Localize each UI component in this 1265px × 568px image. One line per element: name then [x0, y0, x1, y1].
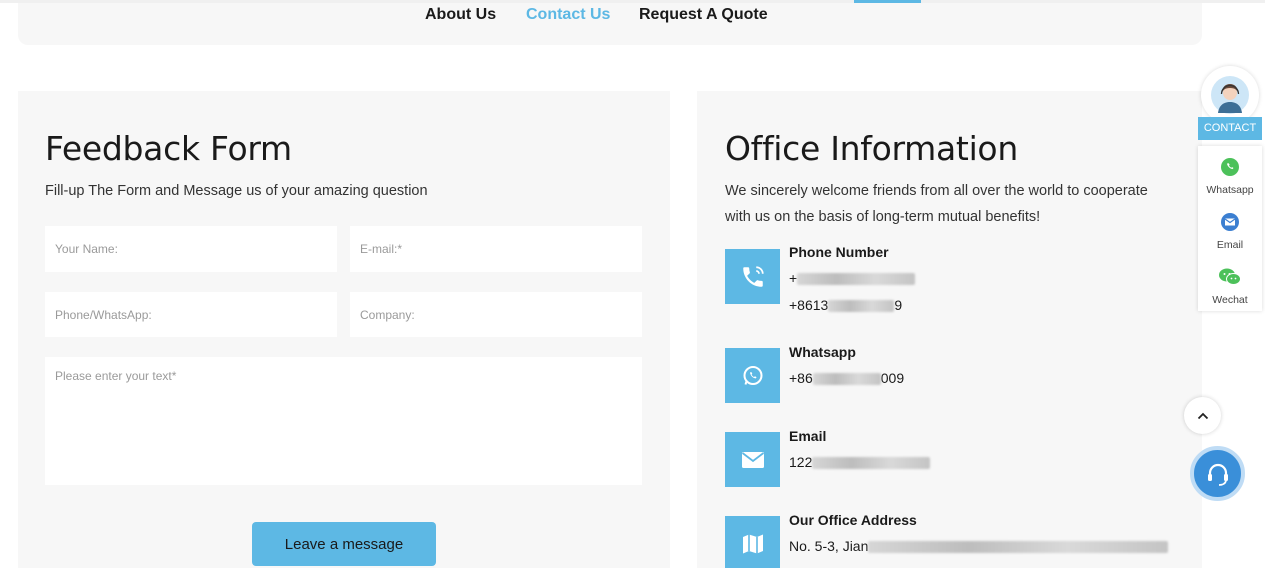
redacted-blur — [797, 273, 916, 286]
side-whatsapp-label: Whatsapp — [1206, 184, 1254, 196]
phone-value-2-suffix: 9 — [894, 297, 903, 313]
whatsapp-value-prefix: +86 — [789, 370, 813, 386]
phone-value-1-prefix: + — [789, 270, 798, 286]
redacted-blur — [812, 373, 881, 386]
redacted-blur — [828, 300, 895, 313]
page: About Us Contact Us Request A Quote Feed… — [0, 0, 1265, 568]
address-label: Our Office Address — [789, 512, 917, 528]
wechat-icon — [1219, 268, 1241, 285]
email-value: 122 — [789, 454, 931, 470]
phone-value-2-prefix: +8613 — [789, 297, 829, 313]
office-title: Office Information — [725, 129, 1018, 168]
envelope-icon — [725, 432, 780, 487]
feedback-subtitle: Fill-up The Form and Message us of your … — [45, 183, 428, 199]
office-panel: Office Information We sincerely welcome … — [697, 91, 1202, 568]
phone-icon — [725, 249, 780, 304]
phone-value-2: +8613 9 — [789, 297, 902, 313]
office-intro: We sincerely welcome friends from all ov… — [725, 183, 1148, 225]
phone-label: Phone Number — [789, 244, 889, 260]
whatsapp-label: Whatsapp — [789, 344, 856, 360]
side-email-label: Email — [1216, 239, 1244, 251]
email-input[interactable] — [350, 226, 642, 272]
map-icon — [725, 516, 780, 568]
side-email-item[interactable]: Email — [1198, 212, 1262, 251]
name-input[interactable] — [45, 226, 337, 272]
address-value: No. 5-3, Jian — [789, 538, 1169, 554]
side-wechat-item[interactable]: Wechat — [1198, 267, 1262, 306]
phone-value-1: + — [789, 270, 916, 286]
leave-message-button[interactable]: Leave a message — [252, 522, 436, 566]
support-avatar[interactable] — [1201, 66, 1259, 124]
email-icon — [1221, 213, 1239, 231]
whatsapp-value-suffix: 009 — [880, 370, 905, 386]
redacted-blur — [812, 457, 931, 470]
nav-about-us[interactable]: About Us — [425, 6, 496, 24]
feedback-title: Feedback Form — [45, 129, 292, 168]
side-wechat-label: Wechat — [1212, 294, 1248, 306]
message-textarea[interactable] — [45, 357, 642, 485]
redacted-blur — [868, 541, 1169, 554]
address-value-prefix: No. 5-3, Jian — [789, 538, 869, 554]
nav-contact-us[interactable]: Contact Us — [526, 6, 610, 24]
active-indicator — [854, 0, 921, 3]
top-nav: About Us Contact Us Request A Quote — [18, 0, 1202, 45]
nav-request-quote[interactable]: Request A Quote — [639, 6, 768, 24]
email-label: Email — [789, 428, 827, 444]
feedback-panel: Feedback Form Fill-up The Form and Messa… — [18, 91, 670, 568]
phone-input[interactable] — [45, 292, 337, 337]
scroll-to-top-button[interactable] — [1184, 397, 1221, 434]
top-divider — [0, 0, 1265, 3]
whatsapp-icon — [1221, 158, 1239, 176]
email-value-prefix: 122 — [789, 454, 813, 470]
live-support-button[interactable] — [1190, 446, 1245, 501]
side-contact-button[interactable]: CONTACT — [1198, 117, 1262, 140]
whatsapp-icon — [725, 348, 780, 403]
side-contact-menu: Whatsapp Email Wechat — [1198, 146, 1262, 311]
company-input[interactable] — [350, 292, 642, 337]
headset-icon — [1207, 463, 1228, 486]
side-whatsapp-item[interactable]: Whatsapp — [1198, 157, 1262, 196]
whatsapp-value: +86 009 — [789, 370, 904, 386]
chevron-up-icon — [1197, 412, 1208, 419]
